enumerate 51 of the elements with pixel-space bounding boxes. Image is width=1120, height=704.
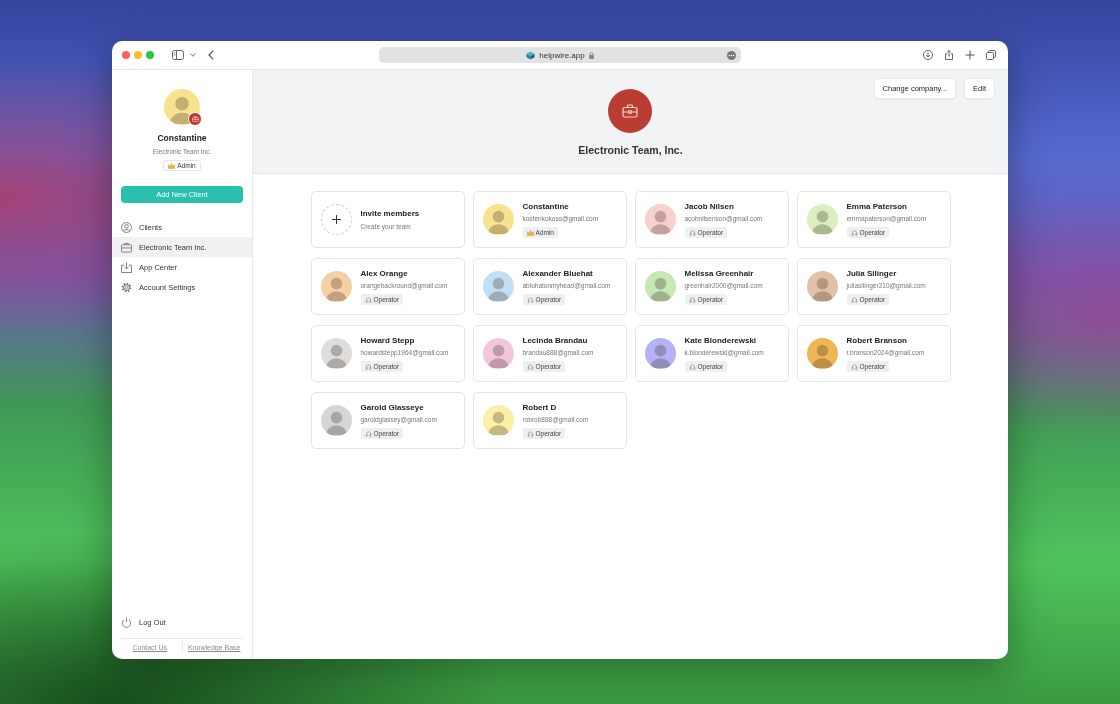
- headset-icon: [850, 229, 858, 236]
- gear-icon: [121, 281, 132, 293]
- company-name: Electronic Team, Inc.: [578, 144, 683, 156]
- headset-icon: [688, 363, 696, 370]
- member-name: Robert Branson: [846, 335, 907, 346]
- member-name: Emma Paterson: [846, 201, 907, 212]
- briefcase-icon: [188, 112, 202, 126]
- avatar-icon: [164, 89, 200, 125]
- headset-icon: [688, 296, 696, 303]
- headset-icon: [688, 229, 696, 236]
- member-name: Julia Silinger: [846, 268, 897, 279]
- headset-icon: [364, 430, 372, 437]
- cube-icon: [526, 50, 536, 60]
- member-name: Garold Glasseye: [360, 402, 424, 413]
- user-name: Constantine: [157, 133, 207, 144]
- crown-icon: [168, 162, 176, 169]
- download-tray-icon: [121, 261, 132, 273]
- member-name: Melissa Greenhair: [684, 268, 754, 279]
- member-name: Robert D: [522, 402, 557, 413]
- headset-icon: [526, 363, 534, 370]
- member-name: Alex Orange: [360, 268, 408, 279]
- headset-icon: [850, 363, 858, 370]
- sidebar-icon[interactable]: [172, 50, 184, 60]
- headset-icon: [850, 296, 858, 303]
- back-icon[interactable]: [208, 50, 214, 60]
- address-bar[interactable]: helpwire.app: [379, 47, 741, 63]
- member-name: Jacob Nilsen: [684, 201, 734, 212]
- tabs-icon[interactable]: [986, 50, 996, 60]
- headset-icon: [364, 296, 372, 303]
- chevron-down-icon[interactable]: [190, 53, 196, 57]
- member-name: Kate Blonderewski: [684, 335, 757, 346]
- power-icon: [121, 616, 132, 628]
- download-icon[interactable]: [923, 50, 933, 60]
- invite-title: Invite members: [360, 208, 420, 219]
- lock-icon: [588, 51, 594, 59]
- member-name: Constantine: [522, 201, 569, 212]
- crown-icon: [526, 229, 534, 236]
- briefcase-icon: [121, 241, 132, 253]
- share-icon[interactable]: [944, 50, 954, 60]
- person-icon: [121, 221, 132, 233]
- briefcase-icon: [608, 89, 653, 133]
- url-text: helpwire.app: [539, 50, 585, 60]
- more-icon[interactable]: [727, 50, 736, 60]
- headset-icon: [364, 363, 372, 370]
- member-name: Lecinda Brandau: [522, 335, 588, 346]
- headset-icon: [526, 430, 534, 437]
- member-name: Alexander Bluehat: [522, 268, 593, 279]
- member-name: Howard Stepp: [360, 335, 415, 346]
- headset-icon: [526, 296, 534, 303]
- close-window-icon[interactable]: [122, 51, 130, 59]
- new-tab-icon[interactable]: [965, 50, 975, 60]
